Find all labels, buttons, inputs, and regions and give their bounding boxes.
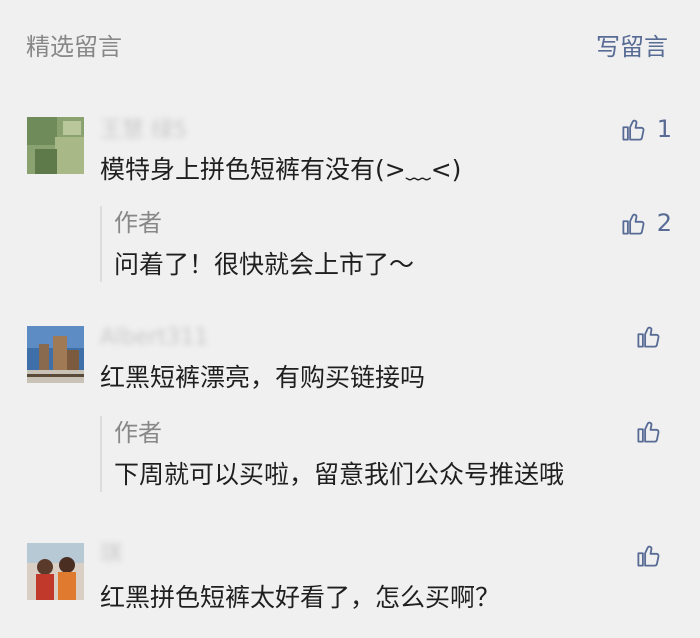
thumbs-up-icon <box>635 418 662 445</box>
reply-text: 问着了！很快就会上市了～ <box>114 250 415 279</box>
avatar[interactable] <box>27 543 84 600</box>
comment-nickname: 琪 <box>100 542 123 567</box>
comment-nickname: 王慧 绿5 <box>100 118 187 143</box>
avatar[interactable] <box>27 117 84 174</box>
author-reply: 作者 下周就可以买啦，留意我们公众号推送哦 <box>100 416 674 492</box>
author-reply: 作者 问着了！很快就会上市了～ <box>100 206 674 282</box>
thumbs-up-icon <box>620 116 647 143</box>
comment-text: 红黑拼色短裤太好看了，怎么买啊？ <box>100 583 501 612</box>
reply-author-label: 作者 <box>114 209 162 237</box>
header-title: 精选留言 <box>26 33 122 61</box>
comment-nickname: Albert311 <box>100 325 209 350</box>
reply-like-count: 2 <box>656 209 672 237</box>
comment-text: 模特身上拼色短裤有没有(>﹏<) <box>100 155 462 184</box>
reply-like-button[interactable]: 2 <box>620 209 672 237</box>
reply-like-button[interactable] <box>635 418 672 445</box>
thumbs-up-icon <box>635 542 662 569</box>
thumbs-up-icon <box>620 210 647 237</box>
comment-text: 红黑短裤漂亮，有购买链接吗 <box>100 363 426 392</box>
reply-author-label: 作者 <box>114 419 162 447</box>
comment-like-button[interactable] <box>635 323 672 350</box>
reply-text: 下周就可以买啦，留意我们公众号推送哦 <box>114 460 565 489</box>
write-comment-button[interactable]: 写留言 <box>596 30 668 64</box>
comment-like-button[interactable] <box>635 542 672 569</box>
avatar[interactable] <box>27 326 84 383</box>
comment-like-button[interactable]: 1 <box>620 115 672 143</box>
comment-like-count: 1 <box>656 115 672 143</box>
thumbs-up-icon <box>635 323 662 350</box>
